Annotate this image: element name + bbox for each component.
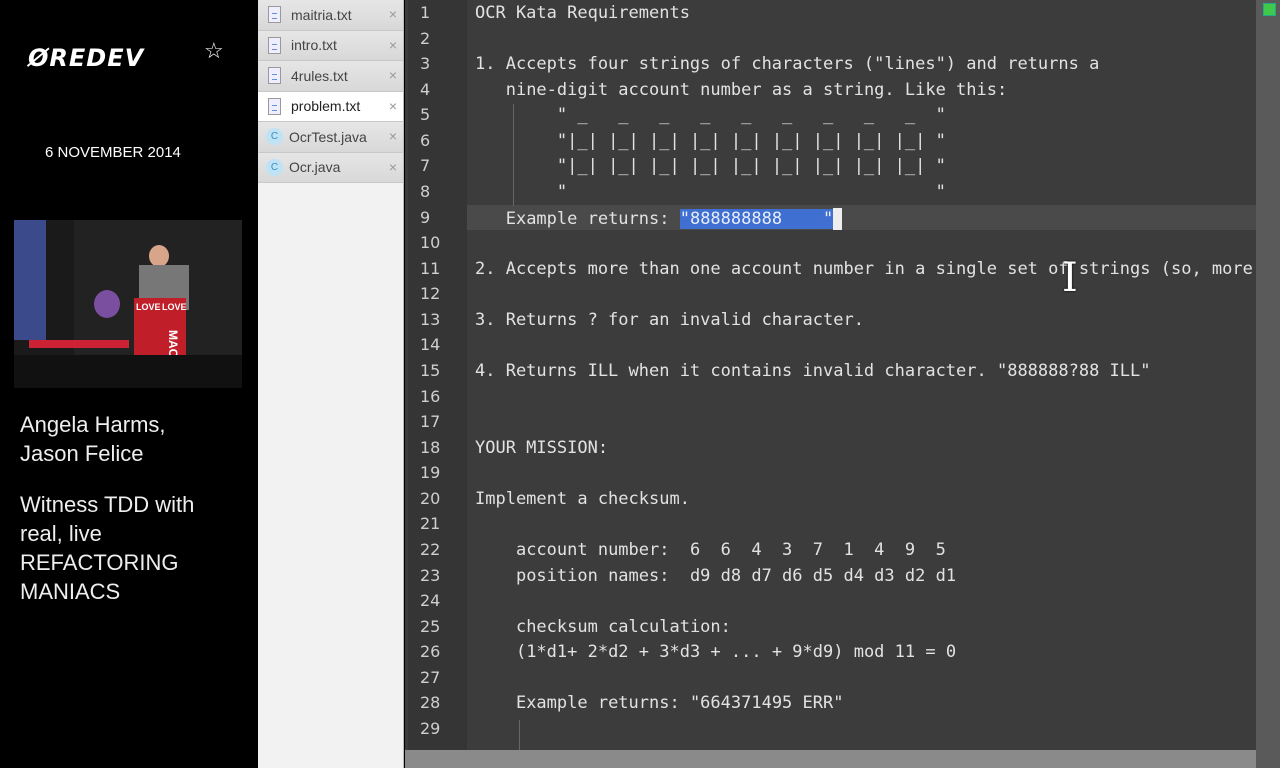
speaker-video: LOVE LOVE MAC [14,220,242,388]
code-text: OCR Kata Requirements [475,3,690,23]
code-line[interactable]: (1*d1+ 2*d2 + 3*d3 + ... + 9*d9) mod 11 … [475,642,1255,662]
video-sign: LOVE [136,302,161,312]
file-name: OcrTest.java [289,128,367,145]
java-class-icon: C [266,128,283,146]
file-tab[interactable]: problem.txt × [258,91,403,122]
code-line[interactable]: OCR Kata Requirements [475,3,1255,23]
code-line[interactable]: account number: 6 6 4 3 7 1 4 9 5 [475,540,1255,560]
file-name: intro.txt [291,37,337,54]
code-text: account number: 6 6 4 3 7 1 4 9 5 [475,539,946,560]
code-line[interactable]: nine-digit account number as a string. L… [475,80,1255,100]
text-file-icon [268,36,281,54]
code-text: Example returns: "664371495 ERR" [475,693,844,714]
code-text: "|_| |_| |_| |_| |_| |_| |_| |_| |_| " [475,156,946,177]
code-line[interactable]: "|_| |_| |_| |_| |_| |_| |_| |_| |_| " [475,156,1255,176]
talk-title-line: real, live [20,521,102,546]
java-class-icon: C [266,158,283,176]
status-indicator-icon [1263,3,1276,16]
code-text: " _ _ _ _ _ _ _ _ _ " [475,105,946,126]
speaker-name: Jason Felice [20,441,144,466]
code-line[interactable]: " _ _ _ _ _ _ _ _ _ " [475,105,1255,125]
code-text: "|_| |_| |_| |_| |_| |_| |_| |_| |_| " [475,130,946,151]
file-name: 4rules.txt [291,67,348,84]
video-sign: LOVE [162,302,187,312]
close-icon[interactable]: × [389,128,397,144]
close-icon[interactable]: × [389,6,397,22]
code-line[interactable]: Implement a checksum. [475,489,1255,509]
code-line[interactable]: 3. Returns ? for an invalid character. [475,310,1255,330]
file-tab[interactable]: C OcrTest.java × [258,122,403,153]
text-file-icon [268,97,281,115]
event-date: 6 NOVEMBER 2014 [45,144,181,161]
text-file-icon [268,6,281,24]
file-tab[interactable]: 4rules.txt × [258,61,403,92]
talk-title: Witness TDD with real, live REFACTORING … [20,490,250,606]
text-file-icon [268,67,281,85]
text-selection[interactable]: "888888888 " [679,208,834,229]
conference-overlay: ØREDEV ☆ 6 NOVEMBER 2014 LOVE LOVE MAC A… [0,0,257,768]
code-text: (1*d1+ 2*d2 + 3*d3 + ... + 9*d9) mod 11 … [475,642,957,663]
code-line[interactable]: " " [475,182,1255,202]
file-tab[interactable]: C Ocr.java × [258,152,403,183]
code-text: YOUR MISSION: [475,437,609,458]
horizontal-scrollbar[interactable] [405,750,1256,768]
code-line[interactable]: Example returns: "664371495 ERR" [475,693,1255,713]
star-icon: ☆ [204,38,224,63]
code-text: Example returns: [475,208,680,229]
code-text: " " [475,181,946,202]
file-tab[interactable]: maitria.txt × [258,0,403,31]
code-text: nine-digit account number as a string. L… [475,79,1008,100]
close-icon[interactable]: × [389,67,397,83]
speaker-name: Angela Harms, [20,412,166,437]
oredev-logo: ØREDEV [28,44,145,72]
talk-title-line: Witness TDD with [20,492,195,517]
caret [833,207,843,230]
code-line[interactable]: 4. Returns ILL when it contains invalid … [475,361,1255,381]
code-line[interactable]: 1. Accepts four strings of characters ("… [475,54,1255,74]
code-line[interactable]: "|_| |_| |_| |_| |_| |_| |_| |_| |_| " [475,131,1255,151]
code-editor[interactable]: 1 2 3 4 5 6 7 8 9 10 11 12 13 14 15 16 17 18 19 20 21 22 23 24 2… [405,0,1256,750]
open-files-panel: maitria.txt × intro.txt × 4rules.txt × problem… [258,0,404,768]
file-tab[interactable]: intro.txt × [258,30,403,61]
speaker-names: Angela Harms, Jason Felice [20,410,250,468]
talk-title-line: MANIACS [20,579,121,604]
code-line[interactable]: checksum calculation: [475,617,1255,637]
code-text: 1. Accepts four strings of characters ("… [475,54,1100,75]
text-cursor-icon: I [1062,255,1078,301]
code-text: 2. Accepts more than one account number … [475,258,1253,279]
code-line[interactable]: Example returns: "888888888 " [475,207,1255,230]
code-text: 3. Returns ? for an invalid character. [475,309,864,330]
file-name: maitria.txt [291,6,352,23]
code-text: 4. Returns ILL when it contains invalid … [475,360,1151,381]
code-line[interactable]: position names: d9 d8 d7 d6 d5 d4 d3 d2 … [475,566,1255,586]
code-text: position names: d9 d8 d7 d6 d5 d4 d3 d2 … [475,565,957,586]
close-icon[interactable]: × [389,37,397,53]
file-name: Ocr.java [289,159,341,176]
file-name: problem.txt [291,98,361,115]
close-icon[interactable]: × [389,159,397,175]
code-text: Implement a checksum. [475,488,690,509]
close-icon[interactable]: × [389,98,397,114]
code-line[interactable]: 2. Accepts more than one account number … [475,259,1255,279]
code-line[interactable]: YOUR MISSION: [475,438,1255,458]
code-text: checksum calculation: [475,616,731,637]
vertical-scrollbar[interactable] [1256,0,1280,768]
talk-title-line: REFACTORING [20,550,179,575]
